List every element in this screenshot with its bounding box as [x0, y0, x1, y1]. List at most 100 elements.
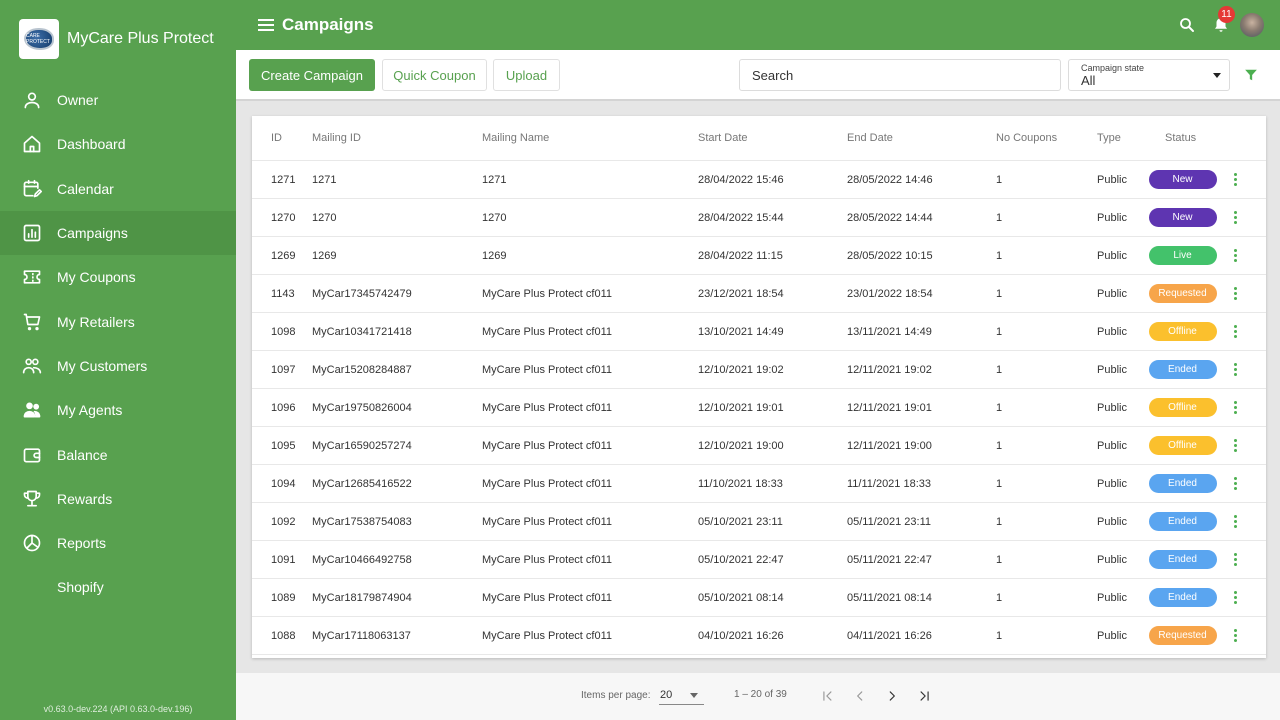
table-row[interactable]: 1143 MyCar17345742479 MyCare Plus Protect …	[252, 275, 1266, 313]
column-header-end-date[interactable]: End Date	[847, 132, 996, 144]
more-vert-icon[interactable]	[1230, 323, 1241, 340]
column-header-type[interactable]: Type	[1097, 132, 1145, 144]
table-row[interactable]: 1270 1270 1270 28/04/2022 15:44 28/05/2022 1…	[252, 199, 1266, 237]
type-cell: Public	[1097, 401, 1127, 414]
sidebar-item-campaigns[interactable]: Campaigns	[0, 210, 236, 256]
notifications-button[interactable]: 11	[1212, 6, 1235, 34]
type-cell: Public	[1097, 553, 1127, 566]
end-date-cell: 11/11/2021 18:33	[847, 477, 932, 490]
sidebar-item-label: My Customers	[57, 357, 148, 374]
more-vert-icon[interactable]	[1230, 475, 1241, 492]
top-bar: Campaigns 11	[236, 0, 1280, 50]
table-row[interactable]: 1089 MyCar18179874904 MyCare Plus Protect …	[252, 579, 1266, 617]
status-badge: Live	[1148, 246, 1217, 265]
more-vert-icon[interactable]	[1230, 551, 1241, 568]
search-input[interactable]	[739, 59, 1061, 91]
last-page-button[interactable]	[914, 686, 934, 706]
create-campaign-button[interactable]: Create Campaign	[249, 59, 375, 91]
more-vert-icon[interactable]	[1230, 513, 1241, 530]
table-row[interactable]: 1094 MyCar12685416522 MyCare Plus Protect …	[252, 465, 1266, 503]
more-vert-icon[interactable]	[1230, 171, 1241, 188]
user-avatar[interactable]	[1240, 13, 1264, 37]
table-row[interactable]: 1088 MyCar17118063137 MyCare Plus Protect …	[252, 617, 1266, 655]
status-cell: Ended	[1145, 512, 1220, 531]
type-cell: Public	[1097, 287, 1127, 300]
ticket-icon	[21, 266, 43, 288]
sidebar-item-reports[interactable]: Reports	[0, 521, 236, 565]
table-row[interactable]: 1096 MyCar19750826004 MyCare Plus Protect …	[252, 389, 1266, 427]
table-row[interactable]: 1095 MyCar16590257274 MyCare Plus Protect …	[252, 427, 1266, 465]
next-page-button[interactable]	[882, 686, 902, 706]
column-header-no-coupons[interactable]: No Coupons	[996, 132, 1097, 144]
sidebar-item-dashboard[interactable]: Dashboard	[0, 122, 236, 166]
column-header-status[interactable]: Status	[1145, 132, 1220, 144]
more-vert-icon[interactable]	[1230, 589, 1241, 606]
status-cell: Offline	[1145, 322, 1220, 341]
previous-page-button[interactable]	[850, 686, 870, 706]
sidebar-item-my-customers[interactable]: My Customers	[0, 344, 236, 388]
users-icon	[21, 355, 43, 377]
sidebar-item-my-coupons[interactable]: My Coupons	[0, 255, 236, 299]
first-page-icon	[823, 691, 832, 701]
start-date-cell: 05/10/2021 23:11	[698, 515, 783, 528]
column-header-id[interactable]: ID	[252, 132, 312, 144]
id-cell: 1098	[271, 325, 296, 338]
table-row[interactable]: 1092 MyCar17538754083 MyCare Plus Protect …	[252, 503, 1266, 541]
coupons-cell: 1	[996, 439, 1003, 452]
paginator: Items per page: 20 1 – 20 of 39	[236, 673, 1280, 720]
sidebar-item-calendar[interactable]: Calendar	[0, 167, 236, 211]
sidebar-item-shopify[interactable]: Shopify	[0, 565, 236, 609]
coupons-cell: 1	[996, 629, 1003, 642]
search-icon[interactable]	[1178, 16, 1196, 34]
more-vert-icon[interactable]	[1230, 247, 1241, 264]
column-header-mailing-name[interactable]: Mailing Name	[482, 132, 698, 144]
more-vert-icon[interactable]	[1230, 399, 1241, 416]
campaign-state-select[interactable]: Campaign state All	[1068, 59, 1230, 91]
id-cell: 1097	[271, 363, 296, 376]
menu-toggle-button[interactable]	[258, 19, 274, 31]
hamburger-line	[258, 24, 274, 26]
more-vert-icon[interactable]	[1230, 627, 1241, 644]
type-cell: Public	[1097, 515, 1127, 528]
items-per-page-select[interactable]: 20	[659, 685, 704, 705]
table-row[interactable]: 1097 MyCar15208284887 MyCare Plus Protect …	[252, 351, 1266, 389]
first-page-button[interactable]	[818, 686, 838, 706]
sidebar-item-balance[interactable]: Balance	[0, 432, 236, 476]
sidebar-item-owner[interactable]: Owner	[0, 78, 236, 122]
mailing-id-cell: 1269	[312, 249, 337, 262]
start-date-cell: 04/10/2021 16:26	[698, 629, 784, 642]
table-row[interactable]: 1271 1271 1271 28/04/2022 15:46 28/05/2022 1…	[252, 161, 1266, 199]
end-date-cell: 05/11/2021 22:47	[847, 553, 932, 566]
column-header-start-date[interactable]: Start Date	[698, 132, 847, 144]
hamburger-line	[258, 29, 274, 31]
filter-icon[interactable]	[1244, 68, 1258, 82]
sidebar-nav: Owner Dashboard Calendar Campaigns My Coupon…	[0, 78, 236, 610]
table-row[interactable]: 1269 1269 1269 28/04/2022 11:15 28/05/2022 1…	[252, 237, 1266, 275]
table-row[interactable]: 1098 MyCar10341721418 MyCare Plus Protect …	[252, 313, 1266, 351]
row-actions-cell	[1220, 513, 1250, 530]
status-cell: Live	[1145, 246, 1220, 265]
more-vert-icon[interactable]	[1230, 361, 1241, 378]
start-date-cell: 05/10/2021 08:14	[698, 591, 784, 604]
campaign-state-value: All	[1081, 73, 1096, 88]
upload-button[interactable]: Upload	[493, 59, 560, 91]
row-actions-cell	[1220, 209, 1250, 226]
more-vert-icon[interactable]	[1230, 209, 1241, 226]
column-header-mailing-id[interactable]: Mailing ID	[312, 132, 482, 144]
mailing-name-cell: 1271	[482, 173, 507, 186]
more-vert-icon[interactable]	[1230, 285, 1241, 302]
start-date-cell: 23/12/2021 18:54	[698, 287, 784, 300]
mailing-id-cell: MyCar15208284887	[312, 363, 412, 376]
pie-chart-icon	[21, 532, 43, 554]
sidebar-item-label: Rewards	[57, 490, 113, 507]
home-icon	[21, 133, 43, 155]
quick-coupon-button[interactable]: Quick Coupon	[382, 59, 487, 91]
sidebar-item-my-retailers[interactable]: My Retailers	[0, 299, 236, 343]
more-vert-icon[interactable]	[1230, 437, 1241, 454]
row-actions-cell	[1220, 437, 1250, 454]
sidebar-item-my-agents[interactable]: My Agents	[0, 388, 236, 432]
table-row[interactable]: 1091 MyCar10466492758 MyCare Plus Protect …	[252, 541, 1266, 579]
coupons-cell: 1	[996, 591, 1003, 604]
sidebar-item-rewards[interactable]: Rewards	[0, 477, 236, 521]
table-body: 1271 1271 1271 28/04/2022 15:46 28/05/2022 1…	[252, 161, 1266, 655]
